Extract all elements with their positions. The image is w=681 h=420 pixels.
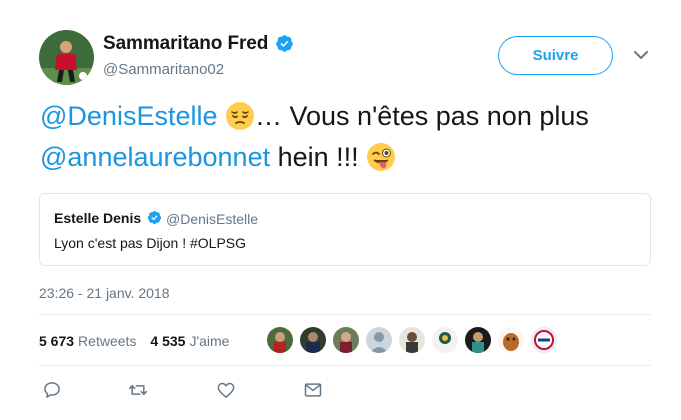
author-handle[interactable]: @Sammaritano02 — [103, 61, 224, 78]
liker-avatar[interactable] — [333, 327, 359, 353]
liker-avatar[interactable] — [267, 327, 293, 353]
like-icon[interactable] — [216, 380, 236, 400]
tweet-text-part1: … Vous n'êtes pas non plus — [255, 101, 589, 131]
default-avatar-icon[interactable] — [366, 327, 392, 353]
tweet-text: @DenisEstelle … Vous n'êtes pas non plus… — [40, 96, 660, 178]
author-name[interactable]: Sammaritano Fred — [103, 33, 268, 55]
tweet-text-part2: hein !!! — [270, 142, 367, 172]
mention-link[interactable]: @annelaurebonnet — [40, 142, 270, 172]
quoted-tweet[interactable]: Estelle Denis @DenisEstelle Lyon c'est p… — [39, 193, 651, 266]
liker-avatar[interactable] — [432, 327, 458, 353]
reply-icon[interactable] — [42, 380, 62, 400]
liker-avatar[interactable] — [465, 327, 491, 353]
follow-button[interactable]: Suivre — [498, 36, 613, 75]
likes-count[interactable]: 4 535 — [150, 333, 185, 349]
verified-badge-icon — [147, 210, 162, 225]
pensive-face-icon — [226, 102, 254, 130]
winking-face-with-tongue-icon — [367, 143, 396, 171]
likes-label[interactable]: J'aime — [189, 333, 229, 349]
quoted-author-name: Estelle Denis — [54, 210, 142, 226]
liker-avatar[interactable] — [531, 327, 557, 353]
mention-link[interactable]: @DenisEstelle — [40, 101, 217, 131]
likers-avatars — [267, 327, 564, 353]
liker-avatar[interactable] — [399, 327, 425, 353]
verified-badge-icon — [276, 35, 293, 52]
chevron-down-icon[interactable] — [633, 50, 649, 60]
message-icon[interactable] — [303, 380, 323, 400]
tweet-stats: 5 673 Retweets 4 535 J'aime — [39, 333, 243, 349]
quoted-tweet-text: Lyon c'est pas Dijon ! #OLPSG — [54, 235, 247, 251]
divider — [39, 365, 651, 366]
liker-avatar[interactable] — [498, 327, 524, 353]
divider — [39, 314, 651, 315]
retweet-icon[interactable] — [128, 380, 148, 400]
author-avatar[interactable] — [39, 30, 94, 85]
quoted-author-handle: @DenisEstelle — [166, 211, 259, 227]
tweet-timestamp[interactable]: 23:26 - 21 janv. 2018 — [39, 285, 170, 301]
retweets-count[interactable]: 5 673 — [39, 333, 74, 349]
liker-avatar[interactable] — [300, 327, 326, 353]
retweets-label[interactable]: Retweets — [78, 333, 136, 349]
